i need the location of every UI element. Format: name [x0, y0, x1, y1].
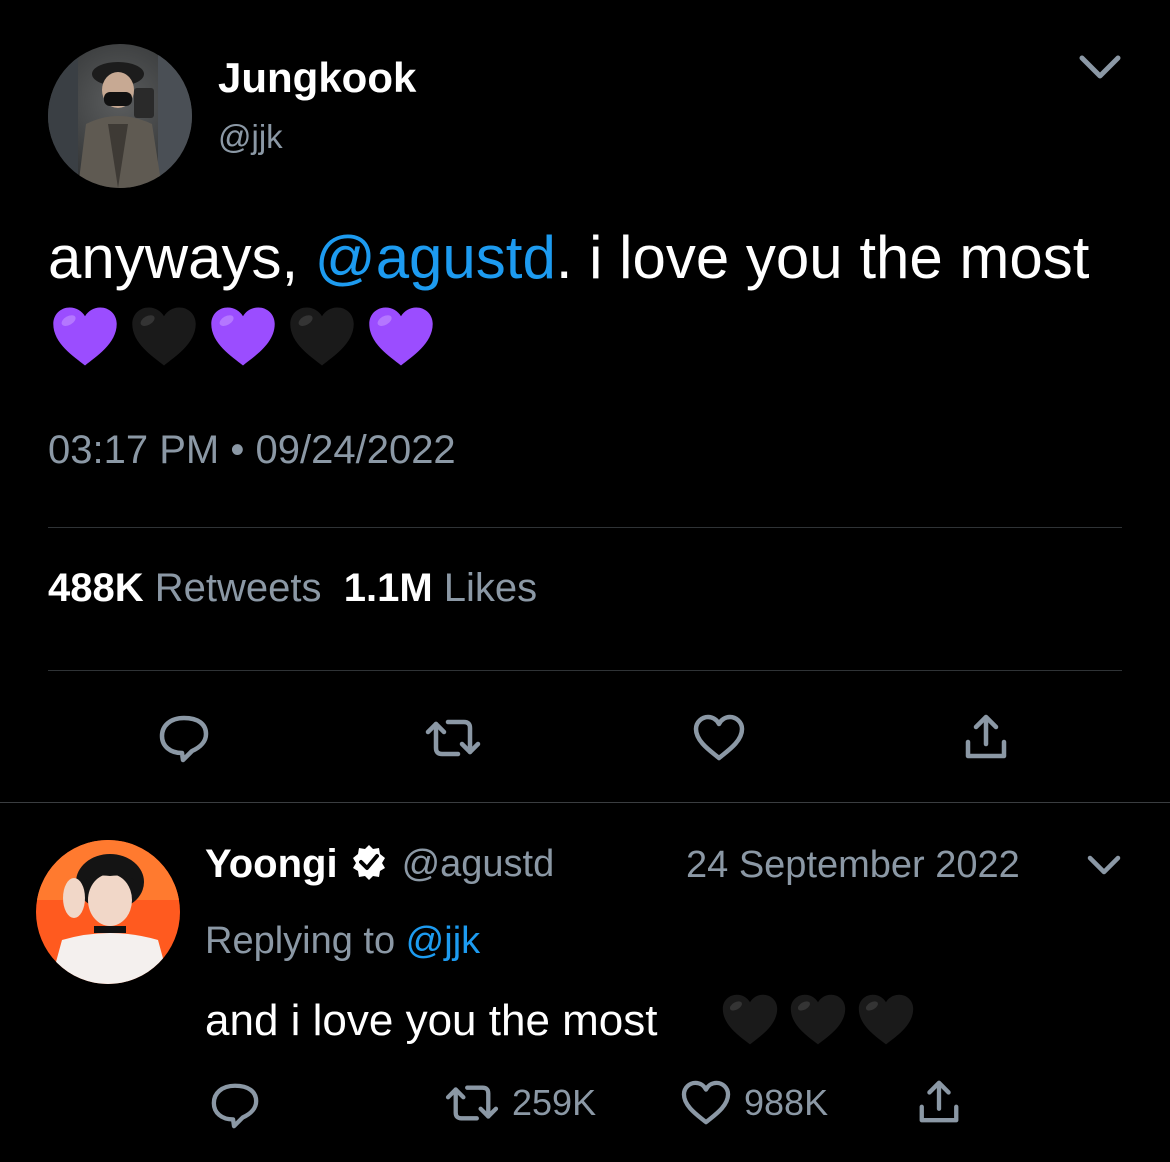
replying-handle-link[interactable]: @jjk: [406, 920, 480, 962]
author-name[interactable]: Jungkook: [218, 54, 416, 102]
reply-icon[interactable]: [156, 712, 212, 764]
reply-icon[interactable]: [208, 1080, 262, 1130]
tweet-text-before: anyways,: [48, 224, 315, 291]
black-heart-emoji: [287, 302, 357, 377]
black-heart-emoji: [788, 990, 848, 1055]
share-icon[interactable]: [916, 1078, 962, 1126]
retweets-count: 488K: [48, 566, 144, 610]
purple-heart-emoji: [50, 302, 120, 377]
retweet-icon[interactable]: [424, 714, 482, 762]
black-heart-emoji: [720, 990, 780, 1055]
chevron-down-icon[interactable]: [1074, 50, 1126, 86]
tweet-timestamp[interactable]: 03:17 PM • 09/24/2022: [48, 428, 456, 473]
retweets-stat[interactable]: 488K Retweets: [48, 566, 322, 610]
divider: [48, 527, 1122, 528]
share-icon[interactable]: [962, 712, 1010, 762]
mention-link[interactable]: @agustd: [315, 224, 556, 291]
replying-prefix: Replying to: [205, 920, 406, 962]
heart-emoji-row: [50, 302, 436, 377]
retweets-label: Retweets: [154, 566, 322, 610]
author-avatar[interactable]: [48, 44, 192, 188]
tweet-time: 03:17 PM: [48, 428, 220, 472]
reply-author-avatar[interactable]: [36, 840, 180, 984]
purple-heart-emoji: [208, 302, 278, 377]
black-heart-emoji: [856, 990, 916, 1055]
like-icon: [680, 1080, 732, 1126]
divider: [0, 802, 1170, 803]
retweet-button[interactable]: 259K: [444, 1080, 596, 1126]
verified-badge-icon: [350, 843, 388, 886]
black-heart-emoji: [129, 302, 199, 377]
retweet-icon: [444, 1080, 500, 1126]
like-icon[interactable]: [692, 714, 746, 762]
likes-label: Likes: [443, 566, 538, 610]
retweet-count: 259K: [512, 1082, 597, 1123]
like-count: 988K: [744, 1082, 829, 1123]
author-handle[interactable]: @jjk: [218, 118, 283, 156]
tweet-text-after: . i love you the most: [555, 224, 1090, 291]
likes-stat[interactable]: 1.1M Likes: [344, 566, 537, 610]
reply-author-handle[interactable]: @agustd: [402, 843, 555, 886]
like-button[interactable]: 988K: [680, 1080, 828, 1126]
reply-header: Yoongi @agustd: [205, 842, 554, 887]
engagement-stats: 488K Retweets 1.1M Likes: [48, 566, 537, 611]
purple-heart-emoji: [366, 302, 436, 377]
reply-author-name[interactable]: Yoongi: [205, 842, 338, 887]
timestamp-separator: •: [230, 428, 245, 472]
reply-text: and i love you the most: [205, 996, 658, 1045]
reply-date[interactable]: 24 September 2022: [686, 844, 1020, 887]
tweet-text: anyways, @agustd. i love you the most: [48, 222, 1148, 294]
tweet-date: 09/24/2022: [255, 428, 456, 472]
likes-count: 1.1M: [343, 566, 433, 610]
divider: [48, 670, 1122, 671]
chevron-down-icon[interactable]: [1084, 852, 1124, 882]
replying-to: Replying to @jjk: [205, 920, 480, 963]
reply-heart-emoji-row: [720, 990, 916, 1055]
